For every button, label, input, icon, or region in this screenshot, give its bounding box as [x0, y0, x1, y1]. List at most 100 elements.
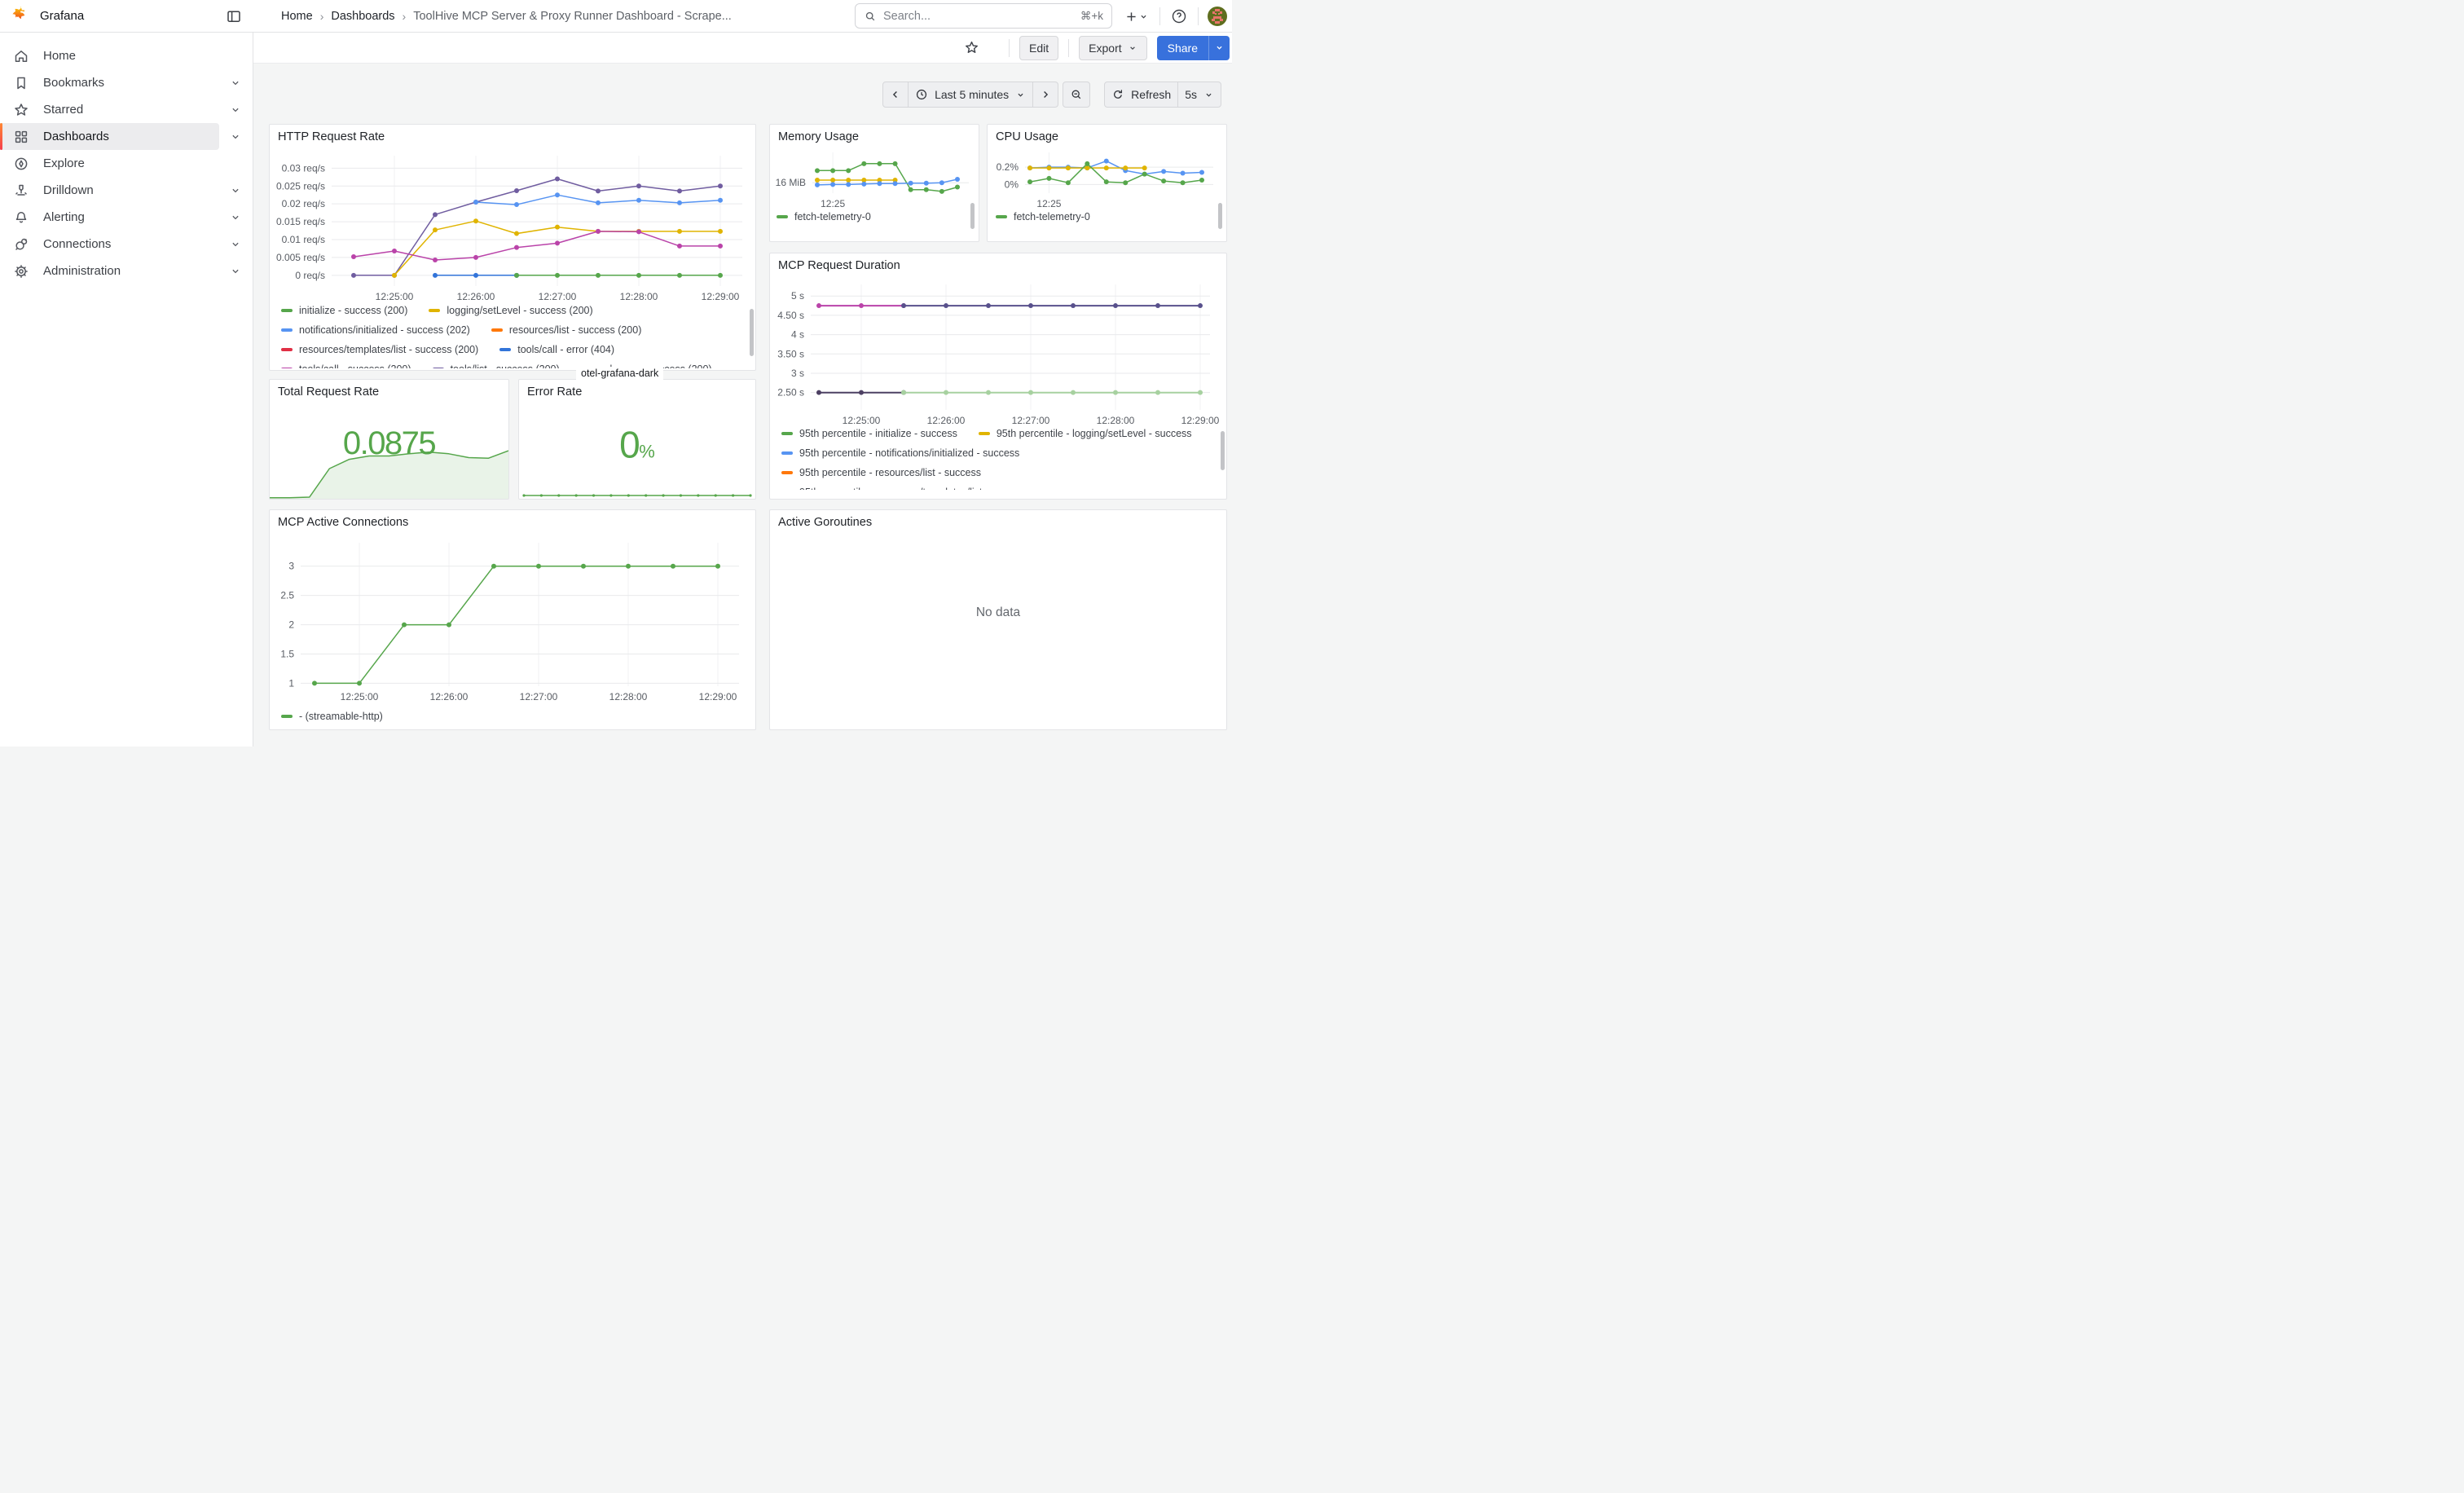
sidebar-item-administration[interactable]: Administration — [0, 258, 253, 284]
panel-title[interactable]: Total Request Rate — [278, 385, 379, 399]
legend-item[interactable]: - (streamable-http) — [281, 711, 383, 722]
svg-text:1.5: 1.5 — [280, 648, 294, 659]
stat-value: 0.0875 — [270, 425, 508, 462]
svg-text:0.015 req/s: 0.015 req/s — [276, 216, 325, 227]
legend-item[interactable]: resources/templates/list - success (200) — [281, 344, 478, 355]
legend-item[interactable]: 95th percentile - logging/setLevel - suc… — [979, 428, 1192, 439]
refresh-interval-picker[interactable]: 5s — [1177, 81, 1221, 108]
cpu-usage-chart[interactable]: 12:250.2%0% — [992, 146, 1223, 211]
chevron-down-icon — [1203, 90, 1214, 100]
sidebar-item-dashboards[interactable]: Dashboards — [0, 123, 219, 150]
time-controls: Last 5 minutes — [882, 81, 1221, 108]
grafana-logo-icon — [11, 6, 32, 27]
chart-legend: - (streamable-http) — [281, 711, 737, 727]
time-shift-forward-button[interactable] — [1032, 81, 1058, 108]
new-button[interactable] — [1123, 7, 1151, 27]
sidebar-item-explore[interactable]: Explore — [0, 150, 253, 177]
export-button[interactable]: Export — [1079, 36, 1146, 60]
legend-label: fetch-telemetry-0 — [794, 211, 871, 222]
legend-scrollbar[interactable] — [970, 203, 975, 229]
legend-swatch — [781, 432, 793, 436]
svg-text:2.5: 2.5 — [280, 590, 294, 601]
avatar[interactable] — [1208, 7, 1227, 26]
chevron-down-icon[interactable] — [230, 104, 241, 116]
search-input[interactable]: Search... ⌘+k — [855, 3, 1112, 29]
clock-icon — [915, 88, 928, 101]
legend-item[interactable]: resources/list - success (200) — [491, 324, 642, 336]
chevron-left-icon — [890, 89, 901, 100]
legend-item[interactable]: fetch-telemetry-0 — [777, 211, 871, 222]
chevron-down-icon — [1015, 90, 1026, 100]
breadcrumb: Home › Dashboards › ToolHive MCP Server … — [281, 10, 732, 23]
stat-value: 0% — [519, 422, 755, 466]
svg-text:0.025 req/s: 0.025 req/s — [276, 180, 325, 192]
svg-text:3.50 s: 3.50 s — [777, 348, 804, 359]
sidebar-item-connections[interactable]: Connections — [0, 231, 253, 258]
chevron-down-icon[interactable] — [230, 239, 241, 250]
legend-item[interactable]: tools/list - success (200) — [433, 363, 560, 368]
share-dropdown-button[interactable] — [1208, 36, 1230, 60]
refresh-group: Refresh 5s — [1104, 81, 1221, 108]
chart-legend: 95th percentile - initialize - success 95… — [781, 428, 1213, 490]
legend-label: tools/call - error (404) — [517, 344, 614, 355]
legend-item[interactable]: tools/call - success (200) — [281, 363, 411, 368]
mcp-active-connections-chart[interactable]: 12:25:0012:26:0012:27:0012:28:0012:29:00… — [276, 535, 750, 707]
breadcrumb-dashboards[interactable]: Dashboards — [331, 10, 394, 23]
legend-item[interactable]: 95th percentile - notifications/initiali… — [781, 447, 1019, 459]
sidebar-item-alerting[interactable]: Alerting — [0, 204, 253, 231]
svg-text:12:25:00: 12:25:00 — [843, 415, 881, 426]
sidebar-item-label: Dashboards — [43, 130, 230, 143]
svg-text:2.50 s: 2.50 s — [777, 387, 804, 399]
legend-item[interactable]: 95th percentile - resources/templates/li… — [781, 487, 1028, 490]
panel-title[interactable]: HTTP Request Rate — [278, 130, 385, 143]
legend-swatch — [777, 215, 788, 219]
memory-usage-chart[interactable]: 12:2516 MiB — [775, 146, 975, 211]
legend-item[interactable]: 95th percentile - resources/list - succe… — [781, 467, 981, 478]
time-shift-back-button[interactable] — [882, 81, 909, 108]
favorite-star-icon[interactable] — [959, 39, 984, 56]
breadcrumb-home[interactable]: Home — [281, 10, 313, 23]
sidebar-item-drilldown[interactable]: Drilldown — [0, 177, 253, 204]
sidebar-item-home[interactable]: Home — [0, 42, 253, 69]
panel-title[interactable]: Error Rate — [527, 385, 582, 399]
legend-item[interactable]: fetch-telemetry-0 — [996, 211, 1090, 222]
panel-title[interactable]: Memory Usage — [778, 130, 859, 143]
panel-title[interactable]: Active Goroutines — [778, 516, 872, 529]
help-button[interactable] — [1169, 5, 1189, 28]
top-nav: Grafana Home › Dashboards › ToolHive MCP… — [0, 0, 1232, 33]
chevron-down-icon[interactable] — [230, 77, 241, 89]
nav-actions — [1123, 0, 1232, 33]
sidebar-item-starred[interactable]: Starred — [0, 96, 253, 123]
legend-item[interactable]: tools/call - error (404) — [499, 344, 614, 355]
legend-item[interactable]: 95th percentile - initialize - success — [781, 428, 957, 439]
refresh-label: Refresh — [1131, 88, 1171, 101]
chevron-down-icon[interactable] — [230, 131, 241, 143]
sidebar-item-label: Connections — [43, 237, 230, 251]
legend-label: 95th percentile - notifications/initiali… — [799, 447, 1019, 459]
sidebar-toggle-icon[interactable] — [224, 7, 244, 26]
sidebar-item-bookmarks[interactable]: Bookmarks — [0, 69, 253, 96]
refresh-interval-label: 5s — [1185, 88, 1197, 101]
bell-icon — [13, 209, 29, 226]
chevron-down-icon[interactable] — [230, 212, 241, 223]
panel-title[interactable]: MCP Request Duration — [778, 259, 900, 272]
refresh-button[interactable]: Refresh — [1104, 81, 1178, 108]
divider — [1009, 39, 1010, 57]
share-button[interactable]: Share — [1157, 36, 1208, 60]
chevron-down-icon[interactable] — [230, 185, 241, 196]
panel-title[interactable]: MCP Active Connections — [278, 516, 408, 529]
time-range-picker[interactable]: Last 5 minutes — [908, 81, 1033, 108]
panel-title[interactable]: CPU Usage — [996, 130, 1058, 143]
legend-scrollbar[interactable] — [1221, 431, 1225, 470]
chevron-down-icon[interactable] — [230, 266, 241, 277]
zoom-out-button[interactable] — [1063, 81, 1090, 108]
legend-item[interactable]: initialize - success (200) — [281, 305, 407, 316]
edit-button[interactable]: Edit — [1019, 36, 1058, 60]
divider — [1198, 7, 1199, 25]
legend-scrollbar[interactable] — [750, 309, 754, 356]
http-request-rate-chart[interactable]: 12:25:0012:26:0012:27:0012:28:0012:29:00… — [276, 149, 750, 306]
legend-item[interactable]: logging/setLevel - success (200) — [429, 305, 592, 316]
mcp-request-duration-chart[interactable]: 12:25:0012:26:0012:27:0012:28:0012:29:00… — [777, 278, 1221, 431]
legend-item[interactable]: notifications/initialized - success (202… — [281, 324, 470, 336]
legend-scrollbar[interactable] — [1218, 203, 1222, 229]
